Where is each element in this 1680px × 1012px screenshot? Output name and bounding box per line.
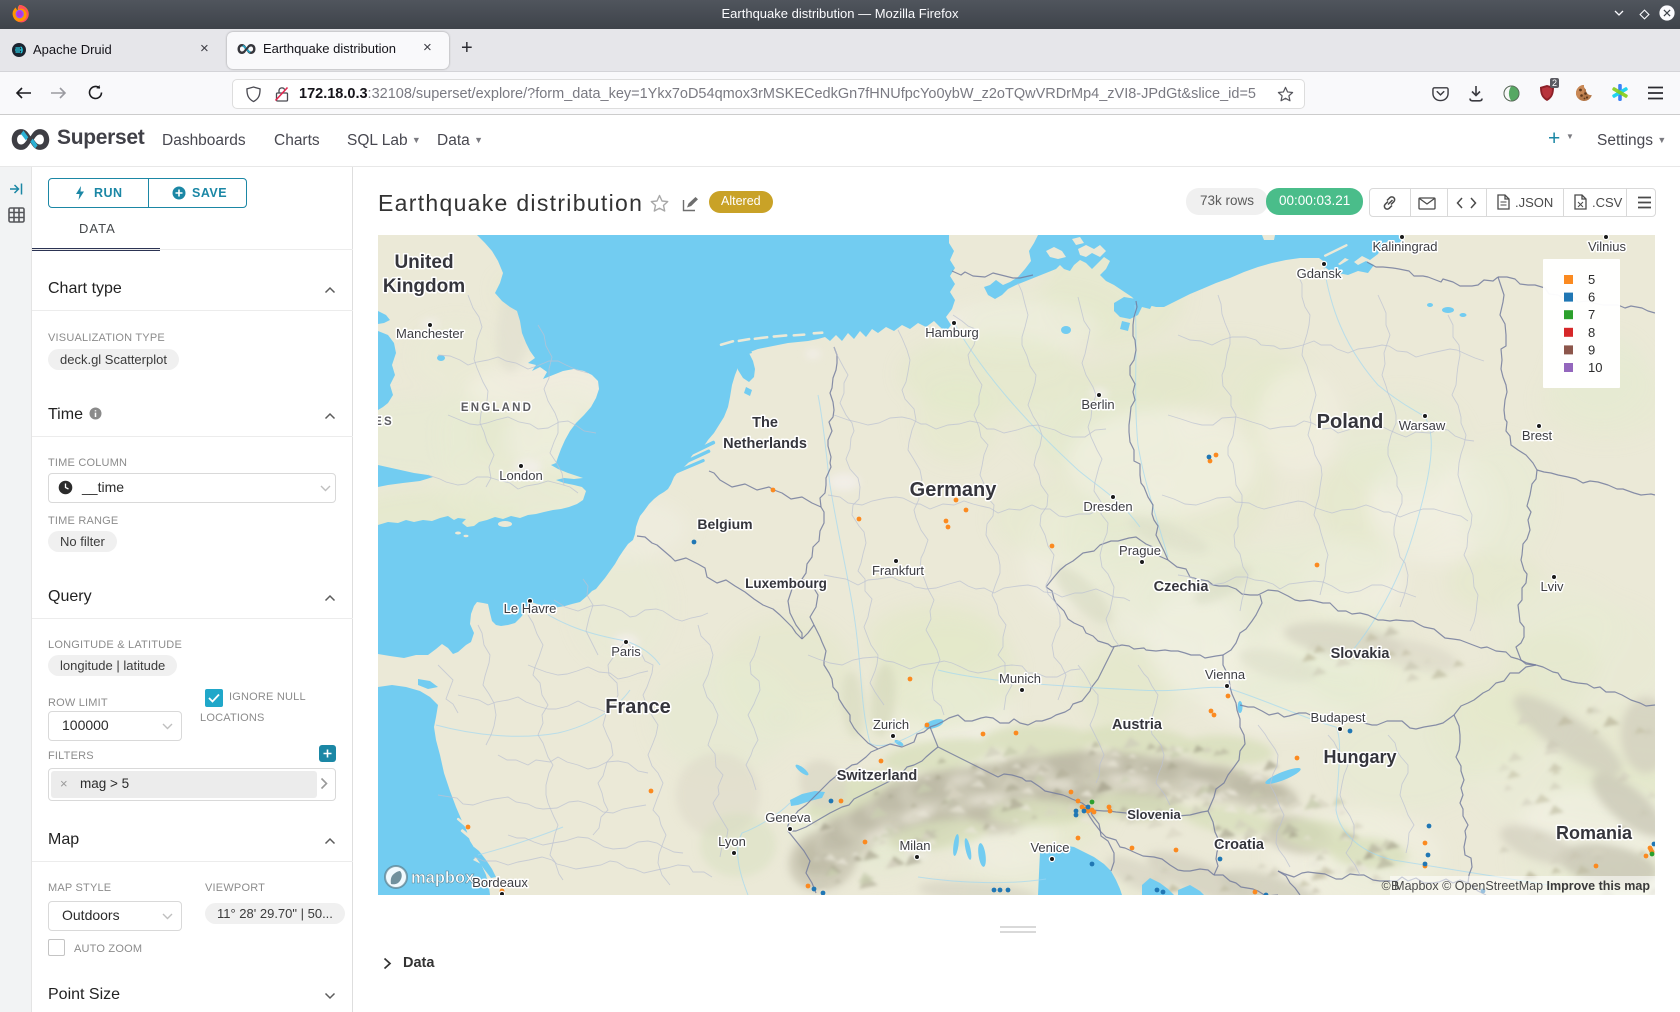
svg-text:Switzerland: Switzerland (837, 768, 918, 784)
svg-text:Hungary: Hungary (1323, 747, 1396, 767)
svg-text:9: 9 (1588, 342, 1595, 357)
svg-text:Venice: Venice (1030, 840, 1069, 855)
svg-text:Munich: Munich (999, 671, 1041, 686)
svg-text:Belgium: Belgium (697, 516, 752, 532)
svg-text:Slovenia: Slovenia (1127, 807, 1181, 822)
svg-text:mapbox: mapbox (411, 869, 475, 887)
svg-text:Le Havre: Le Havre (504, 601, 557, 616)
svg-text:Vienna: Vienna (1205, 667, 1246, 682)
svg-text:Kaliningrad: Kaliningrad (1372, 239, 1437, 254)
svg-text:Romania: Romania (1556, 823, 1633, 843)
svg-text:Manchester: Manchester (396, 326, 465, 341)
svg-text:Croatia: Croatia (1214, 837, 1265, 853)
svg-text:Slovakia: Slovakia (1331, 646, 1391, 662)
svg-text:United: United (394, 252, 453, 273)
svg-text:Milan: Milan (899, 838, 930, 853)
svg-text:Gdansk: Gdansk (1297, 266, 1342, 281)
svg-text:The: The (752, 415, 778, 431)
svg-text:ES: ES (378, 416, 394, 428)
svg-text:Berlin: Berlin (1081, 397, 1114, 412)
svg-text:Paris: Paris (611, 644, 641, 659)
svg-text:Lviv: Lviv (1540, 579, 1564, 594)
svg-text:10: 10 (1588, 360, 1602, 375)
svg-text:Kingdom: Kingdom (383, 276, 465, 297)
svg-text:Czechia: Czechia (1154, 579, 1210, 595)
svg-text:Brest: Brest (1522, 428, 1553, 443)
svg-text:© Mapbox © OpenStreetMap Impro: © Mapbox © OpenStreetMap Improve this ma… (1381, 879, 1650, 893)
svg-text:Luxembourg: Luxembourg (745, 576, 827, 591)
svg-text:Lyon: Lyon (718, 834, 746, 849)
svg-text:Budapest: Budapest (1311, 710, 1366, 725)
svg-text:Zurich: Zurich (873, 717, 909, 732)
svg-text:ENGLAND: ENGLAND (461, 402, 533, 414)
svg-text:7: 7 (1588, 307, 1595, 322)
svg-text:Germany: Germany (910, 479, 998, 501)
svg-text:Bordeaux: Bordeaux (472, 875, 528, 890)
svg-text:Hamburg: Hamburg (925, 325, 978, 340)
svg-text:Geneva: Geneva (765, 810, 811, 825)
svg-text:Netherlands: Netherlands (723, 436, 807, 452)
svg-text:London: London (499, 468, 542, 483)
svg-text:France: France (605, 696, 671, 718)
svg-text:Frankfurt: Frankfurt (872, 563, 924, 578)
svg-text:Poland: Poland (1317, 411, 1384, 433)
svg-text:Austria: Austria (1112, 717, 1163, 733)
svg-text:Prague: Prague (1119, 543, 1161, 558)
svg-text:Dresden: Dresden (1083, 499, 1132, 514)
svg-text:Warsaw: Warsaw (1399, 418, 1446, 433)
svg-text:6: 6 (1588, 290, 1595, 305)
svg-text:8: 8 (1588, 325, 1595, 340)
svg-text:Vilnius: Vilnius (1588, 239, 1627, 254)
svg-text:5: 5 (1588, 272, 1595, 287)
